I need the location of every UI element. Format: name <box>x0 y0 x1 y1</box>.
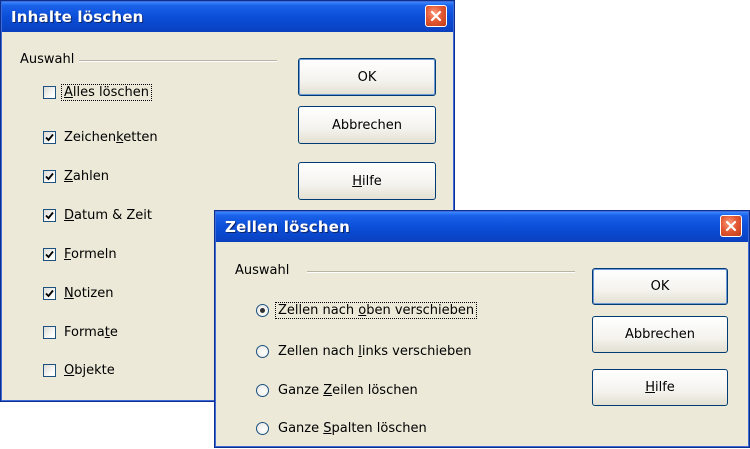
checkbox-row[interactable]: Formate <box>43 322 118 342</box>
checkbox-row[interactable]: Zahlen <box>43 166 109 186</box>
radio-button[interactable] <box>256 383 269 397</box>
label-mnemonic: o <box>358 302 367 318</box>
label-part: palten löschen <box>331 420 427 436</box>
checkbox-row[interactable]: Datum & Zeit <box>43 205 152 225</box>
close-icon <box>725 220 737 232</box>
radio-button[interactable] <box>256 421 269 435</box>
label-part: Zeichen <box>64 129 117 145</box>
delete-contents-title: Inhalte löschen <box>11 8 144 26</box>
checkbox-row[interactable]: Zeichenketten <box>43 127 158 147</box>
label-mnemonic: O <box>64 362 75 378</box>
delete-cells-client: Auswahl Zellen nach oben verschieben Zell… <box>219 243 745 443</box>
label-part: Zellen nach <box>278 343 359 359</box>
checkbox[interactable] <box>43 247 56 261</box>
checkbox[interactable] <box>43 208 56 222</box>
radio-label: Ganze Spalten löschen <box>278 421 427 436</box>
radio-button[interactable] <box>256 303 269 317</box>
checkbox[interactable] <box>43 286 56 300</box>
delete-contents-help-button[interactable]: Hilfe <box>298 162 436 200</box>
checkbox-label: Formeln <box>64 247 117 262</box>
checkbox[interactable] <box>43 85 56 99</box>
label-part: lles löschen <box>72 84 149 100</box>
label-mnemonic: F <box>64 246 72 262</box>
label-part: atum & Zeit <box>74 207 152 223</box>
checkbox-label: Formate <box>64 325 118 340</box>
check-icon <box>45 211 54 219</box>
checkbox[interactable] <box>43 169 56 183</box>
delete-cells-help-button[interactable]: Hilfe <box>592 369 728 406</box>
checkbox-row[interactable]: Formeln <box>43 244 117 264</box>
radio-row[interactable]: Ganze Spalten löschen <box>256 418 427 438</box>
checkbox-label: Alles löschen <box>61 83 152 101</box>
label-part: inks verschieben <box>361 343 472 359</box>
checkbox-row[interactable]: Alles löschen <box>43 82 152 102</box>
checkbox-label: Zeichenketten <box>64 130 158 145</box>
label-part: e <box>109 324 118 340</box>
checkbox-label: Notizen <box>64 286 113 301</box>
radio-row[interactable]: Zellen nach links verschieben <box>256 341 471 361</box>
close-icon <box>430 10 442 22</box>
delete-cells-group-label: Auswahl <box>235 263 290 278</box>
label-part: eilen löschen <box>332 382 418 398</box>
checkbox-label: Zahlen <box>64 169 109 184</box>
delete-cells-title: Zellen löschen <box>225 218 351 236</box>
label-part: bjekte <box>74 362 115 378</box>
delete-contents-group-label: Auswahl <box>20 52 75 67</box>
checkbox-label: Datum & Zeit <box>64 208 152 223</box>
radio-row[interactable]: Zellen nach oben verschieben <box>256 300 478 320</box>
label-mnemonic: S <box>323 420 332 436</box>
label-part: ahlen <box>72 168 109 184</box>
radio-button[interactable] <box>256 344 269 358</box>
delete-cells-group-divider <box>307 271 575 273</box>
label-part: Ganze <box>278 420 324 436</box>
label-mnemonic: D <box>64 207 75 223</box>
radio-dot-icon <box>260 307 265 313</box>
check-icon <box>45 133 54 141</box>
check-icon <box>45 289 54 297</box>
radio-row[interactable]: Ganze Zeilen löschen <box>256 380 418 400</box>
help-label-underlined: H <box>352 173 362 189</box>
label-part: etten <box>123 129 158 145</box>
checkbox-row[interactable]: Objekte <box>43 360 115 380</box>
checkbox-row[interactable]: Notizen <box>43 283 113 303</box>
check-icon <box>45 172 54 180</box>
label-mnemonic: Z <box>64 168 73 184</box>
label-part: Zellen nach <box>278 302 359 318</box>
delete-contents-cancel-button[interactable]: Abbrechen <box>298 106 436 144</box>
label-mnemonic: Z <box>323 382 333 398</box>
delete-cells-titlebar[interactable]: Zellen löschen <box>216 212 748 242</box>
help-label-underlined: H <box>645 380 655 395</box>
help-label-rest: ilfe <box>654 380 675 395</box>
delete-cells-ok-button[interactable]: OK <box>592 268 728 305</box>
check-icon <box>45 250 54 258</box>
checkbox[interactable] <box>43 130 56 144</box>
delete-contents-close-button[interactable] <box>425 5 447 27</box>
radio-label: Zellen nach links verschieben <box>278 344 471 359</box>
delete-cells-close-button[interactable] <box>720 215 742 237</box>
help-label-rest: ilfe <box>361 173 382 189</box>
label-part: ormeln <box>71 246 117 262</box>
delete-contents-titlebar[interactable]: Inhalte löschen <box>2 2 453 32</box>
label-part: Forma <box>64 324 105 340</box>
delete-cells-dialog: Zellen löschen Auswahl Zellen nach oben … <box>214 210 750 448</box>
checkbox[interactable] <box>43 325 56 339</box>
radio-label: Zellen nach oben verschieben <box>275 301 478 319</box>
label-mnemonic: N <box>64 285 74 301</box>
label-mnemonic: A <box>64 84 73 100</box>
radio-label: Ganze Zeilen löschen <box>278 383 418 398</box>
label-part: Ganze <box>278 382 324 398</box>
label-part: ben verschieben <box>366 302 475 318</box>
delete-contents-group-divider <box>79 60 277 62</box>
label-part: otizen <box>73 285 114 301</box>
checkbox-label: Objekte <box>64 363 115 378</box>
delete-cells-cancel-button[interactable]: Abbrechen <box>592 316 728 353</box>
delete-contents-ok-button[interactable]: OK <box>298 58 436 96</box>
checkbox[interactable] <box>43 363 56 377</box>
